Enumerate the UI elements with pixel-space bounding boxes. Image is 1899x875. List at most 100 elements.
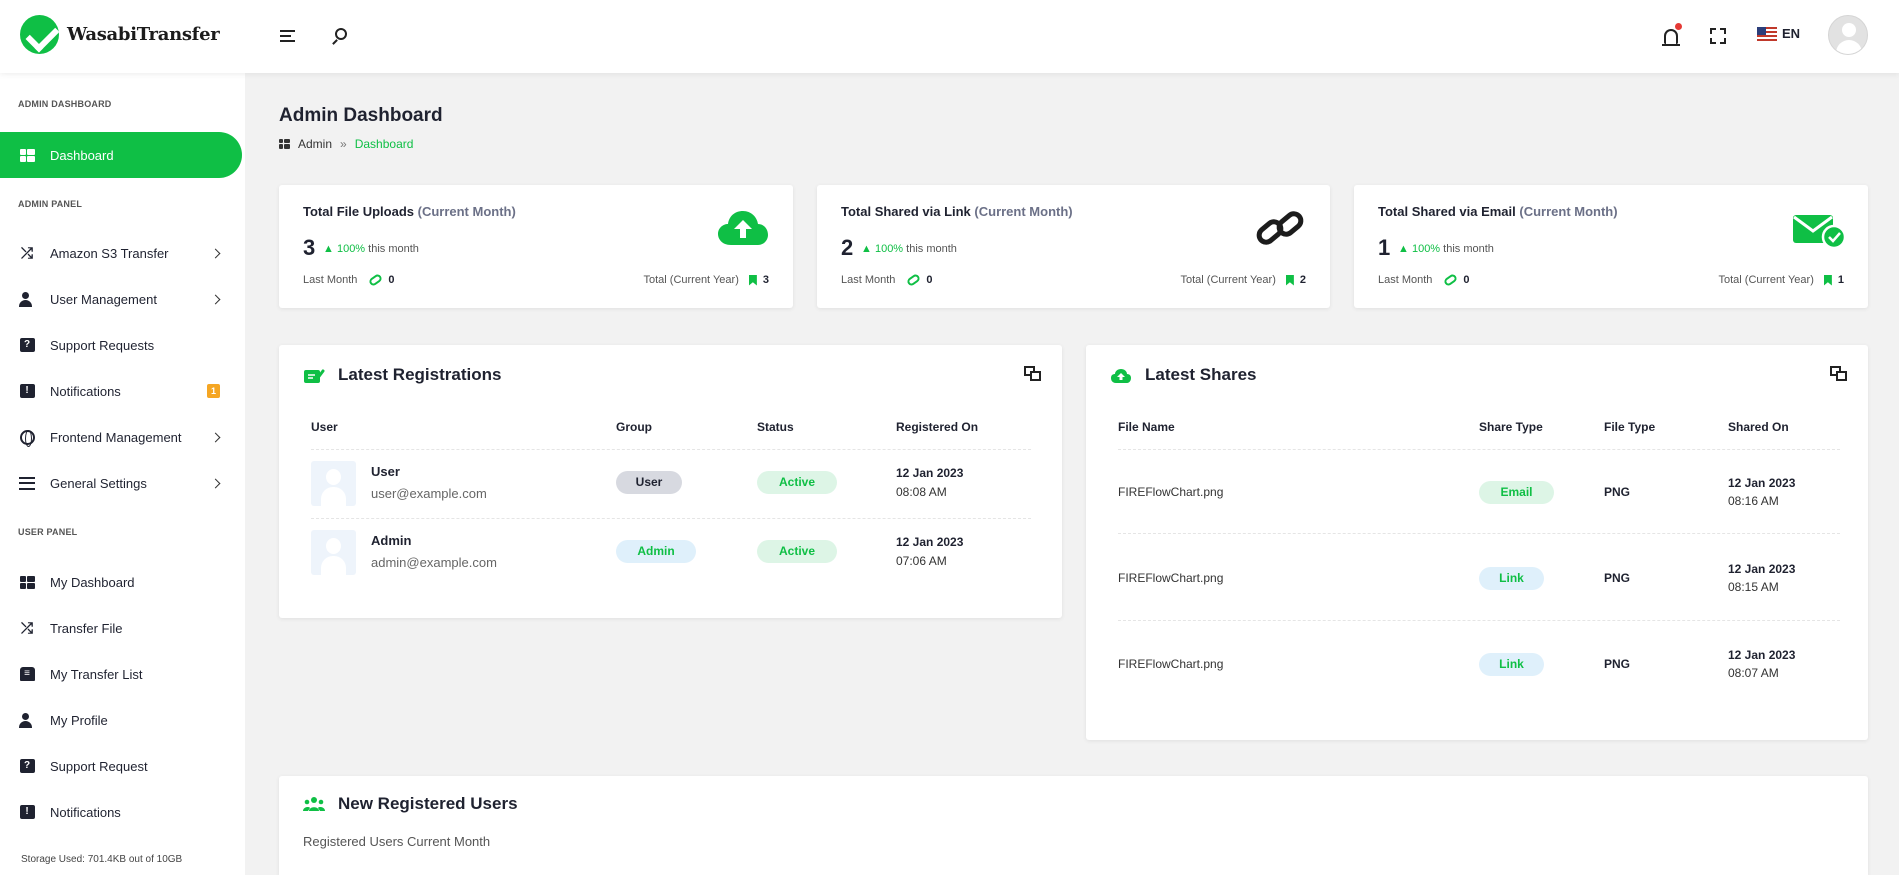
bookmark-icon <box>1285 274 1294 286</box>
sidebar-item-notifications[interactable]: ! Notifications 1 <box>0 368 242 414</box>
mail-check-icon <box>1793 215 1846 249</box>
chevron-right-icon <box>210 294 221 304</box>
link-icon <box>906 272 922 288</box>
registered-time: 08:08 AM <box>896 485 947 499</box>
language-selector[interactable]: EN <box>1757 26 1800 41</box>
stat-value: 1 <box>1378 235 1391 260</box>
sidebar-item-my-transfer-list[interactable]: ≡ My Transfer List <box>0 651 242 697</box>
stat-title: Total File Uploads (Current Month) <box>303 204 516 219</box>
status-badge: Active <box>757 471 837 494</box>
notifications-button[interactable] <box>1660 23 1682 47</box>
user-cog-icon <box>18 712 36 728</box>
sidebar-item-label: Dashboard <box>50 147 114 163</box>
sidebar-item-general-settings[interactable]: General Settings <box>0 460 242 506</box>
language-label: EN <box>1782 26 1801 41</box>
sidebar-item-label: General Settings <box>50 475 147 491</box>
sidebar-item-label: Notifications <box>50 804 121 820</box>
divider <box>1118 449 1840 450</box>
stat-title: Total Shared via Link (Current Month) <box>841 204 1073 219</box>
search-button[interactable] <box>328 25 350 47</box>
logo-icon <box>20 15 59 54</box>
sidebar-item-my-dashboard[interactable]: My Dashboard <box>0 559 242 605</box>
group-badge: User <box>616 471 682 494</box>
sidebar-item-frontend-management[interactable]: Frontend Management <box>0 414 242 460</box>
stat-value: 3 <box>303 235 316 260</box>
breadcrumb-separator: » <box>340 137 347 151</box>
divider <box>311 449 1031 450</box>
panel-subtitle: Registered Users Current Month <box>303 834 491 849</box>
registered-date: 12 Jan 2023 <box>896 466 964 480</box>
shared-time: 08:16 AM <box>1728 494 1779 508</box>
shared-time: 08:07 AM <box>1728 666 1779 680</box>
user-name: User <box>371 464 400 479</box>
user-avatar <box>311 461 356 506</box>
sidebar-item-label: Support Requests <box>50 337 155 353</box>
shared-date: 12 Jan 2023 <box>1728 562 1796 576</box>
sidebar-item-support-requests[interactable]: ? Support Requests <box>0 322 242 368</box>
user-avatar[interactable] <box>1828 15 1868 55</box>
brand-logo[interactable]: WasabiTransfer <box>20 15 220 54</box>
latest-shares-panel: Latest Shares File Name Share Type File … <box>1086 345 1868 740</box>
notification-dot <box>1675 23 1682 30</box>
shuffle-icon: ⤮ <box>20 244 33 262</box>
sidebar-item-label: Frontend Management <box>50 429 182 445</box>
cloud-upload-icon <box>718 211 768 245</box>
new-registered-users-panel: New Registered Users Registered Users Cu… <box>279 776 1868 875</box>
sidebar-item-label: Transfer File <box>50 620 123 636</box>
stat-change: ▲ 100% this month <box>323 243 419 255</box>
stat-change: ▲ 100% this month <box>1398 243 1494 255</box>
stat-card-shared-email: Total Shared via Email (Current Month) 1… <box>1354 185 1868 308</box>
share-type-badge: Link <box>1479 653 1544 676</box>
expand-icon[interactable] <box>1830 366 1848 382</box>
question-icon: ? <box>18 758 36 774</box>
storage-used-text: Storage Used: 701.4KB out of 10GB <box>21 854 183 865</box>
sidebar-item-label: My Profile <box>50 712 108 728</box>
sidebar-item-user-management[interactable]: User Management <box>0 276 242 322</box>
divider <box>1118 620 1840 621</box>
breadcrumb: Admin » Dashboard <box>279 137 413 151</box>
link-icon <box>368 272 384 288</box>
col-group: Group <box>616 420 652 434</box>
alert-icon: ! <box>18 383 36 399</box>
stat-change: ▲ 100% this month <box>861 243 957 255</box>
menu-toggle-button[interactable] <box>276 25 298 47</box>
sidebar-item-user-notifications[interactable]: ! Notifications <box>0 789 242 835</box>
user-cog-icon <box>18 291 36 307</box>
panel-title: Latest Shares <box>1145 365 1257 384</box>
panel-title: Latest Registrations <box>338 365 502 384</box>
us-flag-icon <box>1757 26 1777 41</box>
sidebar-item-label: Support Request <box>50 758 148 774</box>
col-status: Status <box>757 420 794 434</box>
section-user-panel: USER PANEL <box>18 527 78 537</box>
status-badge: Active <box>757 540 837 563</box>
fullscreen-button[interactable] <box>1707 25 1729 47</box>
sidebar-item-transfer-file[interactable]: ⤮ Transfer File <box>0 605 242 651</box>
sidebar-item-label: My Transfer List <box>50 666 143 682</box>
breadcrumb-admin[interactable]: Admin <box>298 137 332 151</box>
question-icon: ? <box>18 337 36 353</box>
section-admin-dashboard: ADMIN DASHBOARD <box>18 99 112 109</box>
col-share-type: Share Type <box>1479 420 1543 434</box>
sidebar-item-label: Notifications <box>50 383 121 399</box>
sidebar-item-dashboard[interactable]: Dashboard <box>0 132 242 178</box>
file-name: FIREFlowChart.png <box>1118 657 1224 671</box>
sliders-icon <box>18 475 36 491</box>
notification-count-badge: 1 <box>207 384 220 398</box>
dashboard-grid-icon <box>279 139 290 149</box>
latest-registrations-panel: Latest Registrations User Group Status R… <box>279 345 1062 618</box>
chevron-right-icon <box>210 478 221 488</box>
sidebar-item-support-request[interactable]: ? Support Request <box>0 743 242 789</box>
transfer-list-icon: ≡ <box>18 666 36 682</box>
col-shared-on: Shared On <box>1728 420 1789 434</box>
page-title: Admin Dashboard <box>279 105 443 126</box>
sidebar-item-amazon-s3-transfer[interactable]: ⤮ Amazon S3 Transfer <box>0 230 242 276</box>
shuffle-icon: ⤮ <box>20 619 33 637</box>
expand-icon[interactable] <box>1024 366 1042 382</box>
sidebar-item-my-profile[interactable]: My Profile <box>0 697 242 743</box>
sidebar-item-label: My Dashboard <box>50 574 135 590</box>
alert-icon: ! <box>18 804 36 820</box>
shared-date: 12 Jan 2023 <box>1728 648 1796 662</box>
stat-year-total: Total (Current Year) 2 <box>1180 274 1306 286</box>
registration-icon <box>304 369 325 383</box>
group-badge: Admin <box>616 540 696 563</box>
